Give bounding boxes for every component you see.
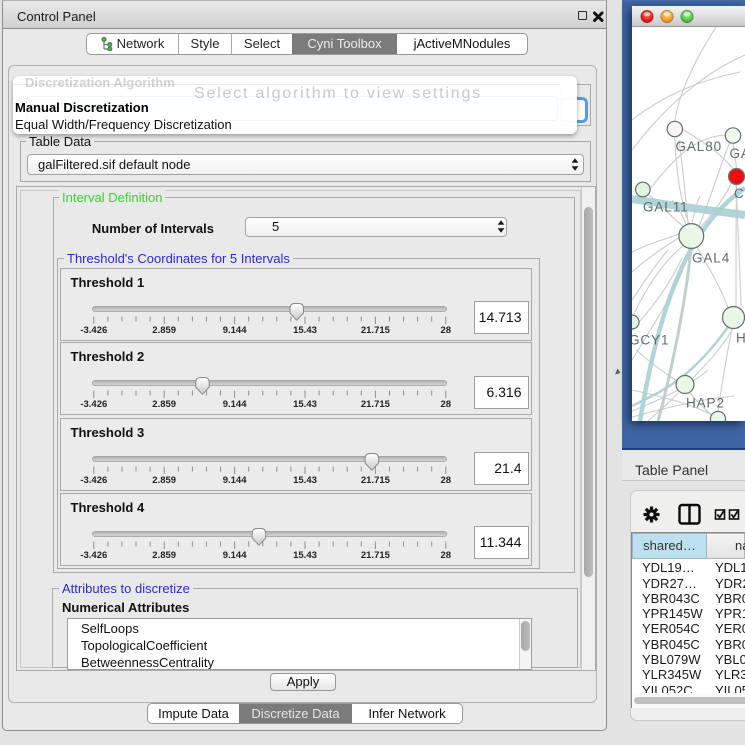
svg-text:21.715: 21.715 <box>360 550 390 561</box>
svg-text:15.43: 15.43 <box>293 475 317 486</box>
svg-text:GAL11: GAL11 <box>643 200 689 215</box>
svg-text:CYC8: CYC8 <box>734 186 745 201</box>
svg-text:2.859: 2.859 <box>152 399 176 410</box>
svg-text:GCY1: GCY1 <box>632 333 669 348</box>
svg-text:28: 28 <box>440 399 451 410</box>
svg-text:HAP2: HAP2 <box>686 396 725 411</box>
svg-text:-3.426: -3.426 <box>80 325 107 336</box>
svg-text:2.859: 2.859 <box>152 325 176 336</box>
svg-text:9.144: 9.144 <box>222 399 246 410</box>
svg-text:28: 28 <box>440 475 451 486</box>
svg-text:21.715: 21.715 <box>360 325 390 336</box>
svg-text:2.859: 2.859 <box>152 475 176 486</box>
svg-text:2.859: 2.859 <box>152 550 176 561</box>
svg-text:9.144: 9.144 <box>222 475 246 486</box>
svg-text:21.715: 21.715 <box>360 475 390 486</box>
svg-text:-3.426: -3.426 <box>80 399 107 410</box>
svg-text:15.43: 15.43 <box>293 325 317 336</box>
svg-text:HIS4: HIS4 <box>736 331 745 346</box>
svg-text:-3.426: -3.426 <box>80 550 107 561</box>
svg-text:GAL4: GAL4 <box>692 251 730 266</box>
svg-text:28: 28 <box>440 550 451 561</box>
svg-text:9.144: 9.144 <box>222 550 246 561</box>
svg-text:GAL80: GAL80 <box>676 139 723 154</box>
svg-text:28: 28 <box>440 325 451 336</box>
svg-text:GAL3: GAL3 <box>730 146 745 161</box>
svg-text:21.715: 21.715 <box>360 399 390 410</box>
svg-text:9.144: 9.144 <box>222 325 246 336</box>
svg-text:15.43: 15.43 <box>293 399 317 410</box>
svg-text:-3.426: -3.426 <box>80 475 107 486</box>
svg-text:15.43: 15.43 <box>293 550 317 561</box>
